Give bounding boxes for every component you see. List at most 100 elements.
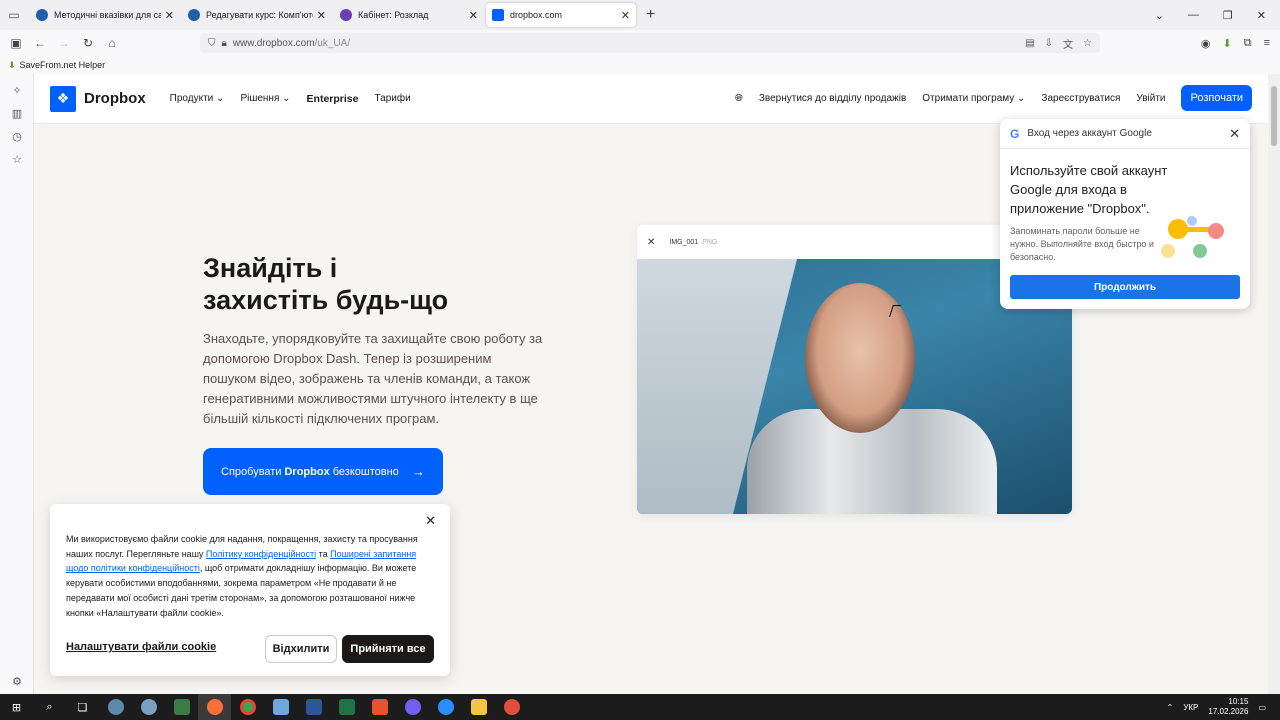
download-page-icon[interactable]: ⇩ — [1045, 38, 1053, 49]
browser-tab[interactable]: Кабінет: Розклад ✕ — [334, 3, 484, 27]
savefrom-extension-icon[interactable]: ⬇ — [1223, 37, 1232, 50]
file-name: IMG_001 — [669, 238, 699, 246]
back-icon[interactable]: ← — [28, 36, 52, 50]
login-link[interactable]: Увійти — [1136, 93, 1165, 104]
browser-sidebar: ✧ ▥ ◷ ☆ ⚙ — [0, 74, 34, 694]
tab-close-icon[interactable]: ✕ — [469, 9, 478, 22]
notifications-icon[interactable]: ▭ — [1258, 703, 1266, 712]
keys-illustration-icon — [1161, 216, 1224, 258]
file-explorer-icon[interactable] — [462, 694, 495, 720]
bookmarks-bar: ⬇ SaveFrom.net Helper — [0, 56, 1280, 74]
browser-tab[interactable]: Методичні вказівки для самос ✕ — [30, 3, 180, 27]
menu-icon[interactable]: ≡ — [1264, 37, 1270, 49]
viber-icon[interactable] — [396, 694, 429, 720]
nav-pricing[interactable]: Тарифи — [374, 93, 410, 105]
close-window-icon[interactable]: ✕ — [1257, 9, 1266, 22]
get-started-button[interactable]: Розпочати — [1181, 85, 1252, 111]
tab-favicon-icon — [36, 9, 48, 21]
bookmarks-icon[interactable]: ☆ — [0, 153, 34, 166]
get-app-menu[interactable]: Отримати програму ⌄ — [922, 93, 1025, 104]
clock[interactable]: 10:15 17.02.2026 — [1208, 697, 1248, 717]
firefox-icon[interactable] — [198, 694, 231, 720]
nav-products[interactable]: Продукти ⌄ — [170, 93, 225, 105]
sidebar-toggle-icon[interactable]: ▣ — [4, 36, 28, 50]
url-host: www.dropbox.com — [232, 37, 315, 49]
google-signin-popup: G Вход через аккаунт Google ✕ Используйт… — [1000, 119, 1250, 309]
excel-icon[interactable] — [330, 694, 363, 720]
close-icon[interactable]: ✕ — [647, 237, 655, 248]
extensions-icon[interactable]: ⧉ — [1244, 37, 1252, 50]
cookie-banner: ✕ Ми використовуємо файли cookie для над… — [50, 504, 450, 676]
synced-tabs-icon[interactable]: ▥ — [0, 107, 34, 120]
new-tab-icon[interactable]: + — [646, 6, 655, 24]
bookmark-star-icon[interactable]: ☆ — [1083, 38, 1092, 49]
tab-close-icon[interactable]: ✕ — [317, 9, 326, 22]
cookie-text: Ми використовуємо файли cookie для надан… — [66, 534, 418, 618]
bookmark-savefrom[interactable]: SaveFrom.net Helper — [20, 60, 106, 70]
dropbox-logo-icon: ❖ — [50, 85, 76, 112]
zoom-icon[interactable] — [429, 694, 462, 720]
file-type: PNG — [702, 238, 718, 246]
dropbox-logo[interactable]: ❖ Dropbox — [50, 85, 146, 112]
language-indicator[interactable]: УКР — [1183, 703, 1198, 712]
close-icon[interactable]: ✕ — [1229, 126, 1240, 142]
arrow-right-icon: → — [412, 464, 425, 479]
tab-title: Кабінет: Розклад — [358, 10, 429, 20]
contact-sales-link[interactable]: Звернутися до відділу продажів — [759, 93, 906, 104]
privacy-policy-link[interactable]: Політику конфіденційності — [206, 549, 316, 559]
app-icon[interactable] — [363, 694, 396, 720]
sidebar-settings-icon[interactable]: ⚙ — [0, 675, 34, 688]
tab-overflow-icon[interactable]: ⌄ — [1155, 9, 1164, 22]
lock-icon[interactable]: 🔒︎ — [222, 38, 227, 49]
nav-enterprise[interactable]: Enterprise — [307, 93, 359, 105]
system-tray: ⌃ УКР 10:15 17.02.2026 ▭ — [1167, 694, 1266, 720]
ai-chat-icon[interactable]: ✧ — [0, 84, 34, 97]
translate-icon[interactable]: 文 — [1063, 36, 1073, 51]
browser-toolbar: ▣ ← → ↻ ⌂ ⛉ 🔒︎ www.dropbox.com /uk_UA/ ▤… — [0, 30, 1280, 56]
minimize-icon[interactable]: — — [1188, 9, 1199, 21]
address-bar[interactable]: ⛉ 🔒︎ www.dropbox.com /uk_UA/ ▤ ⇩ 文 ☆ — [200, 33, 1100, 53]
chrome-icon[interactable] — [231, 694, 264, 720]
tab-close-icon[interactable]: ✕ — [621, 9, 630, 22]
app-icon[interactable] — [495, 694, 528, 720]
start-icon[interactable]: ⊞ — [0, 694, 33, 720]
hero-description: Знаходьте, упорядковуйте та захищайте св… — [203, 331, 543, 426]
history-icon[interactable]: ◷ — [0, 130, 34, 143]
shield-icon[interactable]: ⛉ — [208, 38, 216, 49]
search-icon[interactable]: ⌕ — [33, 694, 66, 720]
taskbar: ⊞ ⌕ ❏ ⌃ УКР 10:15 17.02.2026 ▭ — [0, 694, 1280, 720]
page-scrollbar[interactable] — [1268, 74, 1280, 694]
accept-all-button[interactable]: Прийняти все — [342, 635, 434, 663]
reader-view-icon[interactable]: ▤ — [1025, 38, 1034, 49]
tab-favicon-icon — [340, 9, 352, 21]
tab-close-icon[interactable]: ✕ — [165, 9, 174, 22]
home-icon[interactable]: ⌂ — [100, 36, 124, 50]
reload-icon[interactable]: ↻ — [76, 36, 100, 50]
language-globe-icon[interactable]: 🌐︎ — [735, 93, 743, 104]
browser-tab[interactable]: Редагувати курс: Комп'ютерні ✕ — [182, 3, 332, 27]
main-nav: Продукти ⌄ Рішення ⌄ Enterprise Тарифи — [170, 93, 411, 105]
word-icon[interactable] — [297, 694, 330, 720]
hero-title: Знайдіть і захистіть будь-що — [203, 253, 449, 315]
try-free-button[interactable]: Спробувати Dropbox безкоштовно → — [203, 448, 443, 495]
cookie-settings-link[interactable]: Налаштувати файли cookie — [66, 641, 216, 653]
browser-tab-active[interactable]: dropbox.com ✕ — [486, 3, 636, 27]
task-view-icon[interactable]: ❏ — [66, 694, 99, 720]
nav-solutions[interactable]: Рішення ⌄ — [240, 93, 290, 105]
tab-list-icon[interactable]: ▭ — [0, 0, 28, 30]
decline-button[interactable]: Відхилити — [265, 635, 337, 663]
app-icon[interactable] — [165, 694, 198, 720]
vpn-extension-icon[interactable]: ◉ — [1201, 37, 1211, 50]
close-icon[interactable]: ✕ — [425, 513, 436, 529]
google-continue-button[interactable]: Продолжить — [1010, 275, 1240, 299]
app-icon[interactable] — [132, 694, 165, 720]
register-link[interactable]: Зареєструватися — [1041, 93, 1120, 104]
forward-icon[interactable]: → — [52, 36, 76, 50]
restore-icon[interactable]: ❐ — [1223, 9, 1233, 22]
dropbox-favicon-icon — [492, 9, 504, 21]
notepad-icon[interactable] — [264, 694, 297, 720]
tray-chevron-icon[interactable]: ⌃ — [1167, 703, 1174, 712]
url-path: /uk_UA/ — [314, 37, 351, 49]
app-icon[interactable] — [99, 694, 132, 720]
google-logo-icon: G — [1010, 126, 1020, 141]
